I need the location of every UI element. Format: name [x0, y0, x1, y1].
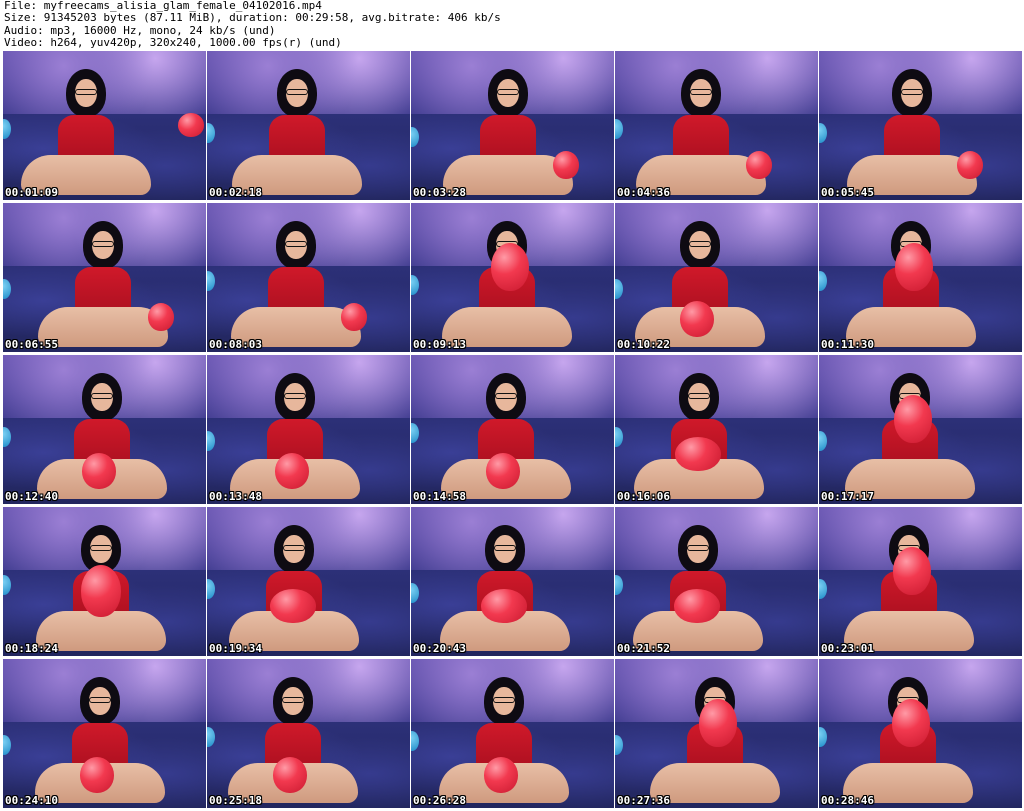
red-balloon: [481, 589, 527, 623]
video-thumbnail: 00:01:09: [3, 51, 206, 200]
video-thumbnail: 00:02:18: [207, 51, 410, 200]
red-balloon: [273, 757, 307, 793]
red-balloon: [82, 453, 116, 489]
video-thumbnail: 00:03:28: [411, 51, 614, 200]
glasses: [688, 393, 710, 399]
thumbnail-grid: 00:01:09 00:02:18 00:03:28 00:04:36 00:05:45…: [0, 50, 1024, 811]
red-balloon: [746, 151, 772, 179]
red-balloon: [680, 301, 714, 337]
glasses: [91, 393, 113, 399]
red-balloon: [491, 243, 529, 291]
thumbnail-timestamp: 00:09:13: [413, 338, 466, 351]
thumbnail-timestamp: 00:21:52: [617, 642, 670, 655]
glasses: [497, 89, 519, 95]
red-balloon: [957, 151, 983, 179]
video-thumbnail: 00:08:03: [207, 203, 410, 352]
red-balloon: [270, 589, 316, 623]
video-thumbnail: 00:21:52: [615, 507, 818, 656]
red-balloon: [486, 453, 520, 489]
glasses: [493, 697, 515, 703]
video-info-line: Video: h264, yuv420p, 320x240, 1000.00 f…: [4, 36, 342, 50]
video-thumbnail: 00:11:30: [819, 203, 1022, 352]
thumbnail-timestamp: 00:11:30: [821, 338, 874, 351]
video-thumbnail: 00:28:46: [819, 659, 1022, 808]
red-balloon: [148, 303, 174, 331]
video-thumbnail: 00:19:34: [207, 507, 410, 656]
thumbnail-timestamp: 00:23:01: [821, 642, 874, 655]
thumbnail-timestamp: 00:06:55: [5, 338, 58, 351]
red-balloon: [80, 757, 114, 793]
thumbnail-timestamp: 00:28:46: [821, 794, 874, 807]
glasses: [689, 241, 711, 247]
red-balloon: [553, 151, 579, 179]
red-balloon: [675, 437, 721, 471]
glasses: [75, 89, 97, 95]
video-thumbnail: 00:18:24: [3, 507, 206, 656]
red-balloon: [895, 243, 933, 291]
file-size-line: Size: 91345203 bytes (87.11 MiB), durati…: [4, 11, 501, 25]
thumbnail-timestamp: 00:26:28: [413, 794, 466, 807]
thumbnail-timestamp: 00:08:03: [209, 338, 262, 351]
thumbnail-timestamp: 00:05:45: [821, 186, 874, 199]
thumbnail-timestamp: 00:10:22: [617, 338, 670, 351]
video-thumbnail: 00:14:58: [411, 355, 614, 504]
glasses: [285, 241, 307, 247]
thumbnail-timestamp: 00:25:18: [209, 794, 262, 807]
thumbnail-timestamp: 00:12:40: [5, 490, 58, 503]
red-balloon: [81, 565, 121, 617]
red-balloon: [893, 547, 931, 595]
video-thumbnail: 00:24:10: [3, 659, 206, 808]
glasses: [690, 89, 712, 95]
glasses: [90, 545, 112, 551]
thumbnail-timestamp: 00:18:24: [5, 642, 58, 655]
thumbnail-timestamp: 00:01:09: [5, 186, 58, 199]
video-thumbnail: 00:06:55: [3, 203, 206, 352]
thumbnail-timestamp: 00:02:18: [209, 186, 262, 199]
red-balloon: [894, 395, 932, 443]
thumbnail-timestamp: 00:16:06: [617, 490, 670, 503]
video-thumbnail: 00:09:13: [411, 203, 614, 352]
glasses: [687, 545, 709, 551]
red-balloon: [275, 453, 309, 489]
red-balloon: [341, 303, 367, 331]
red-balloon: [892, 699, 930, 747]
glasses: [284, 393, 306, 399]
video-thumbnail: 00:10:22: [615, 203, 818, 352]
thumbnail-timestamp: 00:14:58: [413, 490, 466, 503]
thumbnail-timestamp: 00:13:48: [209, 490, 262, 503]
red-balloon: [484, 757, 518, 793]
thumbnail-timestamp: 00:27:36: [617, 794, 670, 807]
video-thumbnail: 00:05:45: [819, 51, 1022, 200]
glasses: [901, 89, 923, 95]
video-thumbnail: 00:20:43: [411, 507, 614, 656]
glasses: [89, 697, 111, 703]
video-thumbnail: 00:13:48: [207, 355, 410, 504]
thumbnail-timestamp: 00:17:17: [821, 490, 874, 503]
glasses: [494, 545, 516, 551]
video-thumbnail: 00:16:06: [615, 355, 818, 504]
red-balloon: [674, 589, 720, 623]
video-thumbnail: 00:04:36: [615, 51, 818, 200]
video-thumbnail: 00:17:17: [819, 355, 1022, 504]
glasses: [495, 393, 517, 399]
video-thumbnail: 00:27:36: [615, 659, 818, 808]
file-info-header: File: myfreecams_alisia_glam_female_0410…: [0, 0, 1024, 50]
thumbnail-timestamp: 00:03:28: [413, 186, 466, 199]
glasses: [282, 697, 304, 703]
video-thumbnail: 00:12:40: [3, 355, 206, 504]
red-balloon: [699, 699, 737, 747]
video-thumbnail: 00:26:28: [411, 659, 614, 808]
video-thumbnail: 00:23:01: [819, 507, 1022, 656]
thumbnail-timestamp: 00:20:43: [413, 642, 466, 655]
thumbnail-timestamp: 00:04:36: [617, 186, 670, 199]
video-thumbnail: 00:25:18: [207, 659, 410, 808]
red-balloon: [178, 113, 204, 137]
glasses: [283, 545, 305, 551]
thumbnail-timestamp: 00:24:10: [5, 794, 58, 807]
thumbnail-timestamp: 00:19:34: [209, 642, 262, 655]
glasses: [286, 89, 308, 95]
glasses: [92, 241, 114, 247]
